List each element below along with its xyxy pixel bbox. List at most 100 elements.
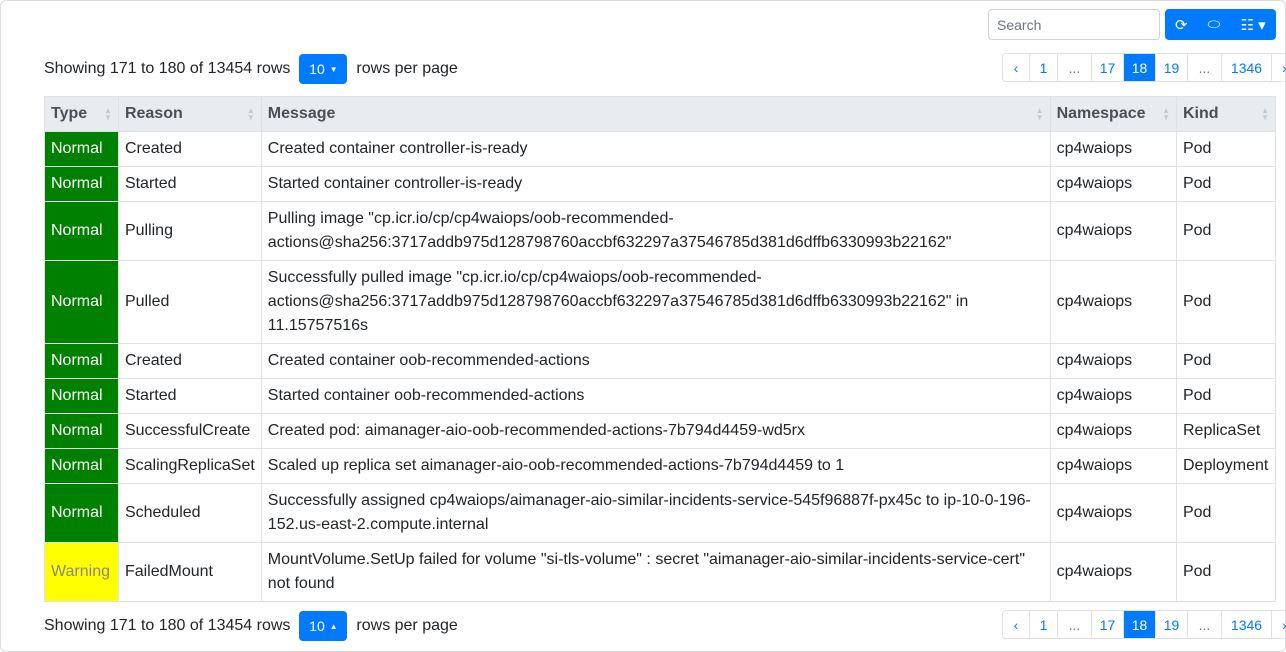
cell-kind: Pod — [1175, 343, 1277, 379]
column-header-label: Kind — [1182, 105, 1219, 122]
column-header-reason[interactable]: Reason ▲ ▼ — [117, 96, 262, 132]
sort-icon[interactable]: ▲ ▼ — [247, 107, 255, 122]
cell-reason: Created — [117, 343, 262, 379]
cell-reason: Scheduled — [117, 483, 262, 543]
page-button-1[interactable]: 1 — [1029, 611, 1057, 638]
next-page-button[interactable]: › — [1271, 54, 1286, 81]
cell-type: Normal — [44, 483, 119, 543]
cell-kind: Deployment — [1175, 448, 1277, 484]
cell-kind: Pod — [1175, 201, 1277, 261]
cell-type: Normal — [44, 166, 119, 202]
sort-icon[interactable]: ▲ ▼ — [104, 107, 112, 122]
cell-type: Normal — [44, 413, 119, 449]
pagination-top: ‹1...171819...1346› — [1002, 53, 1286, 82]
cell-type: Warning — [44, 542, 119, 602]
cell-type: Normal — [44, 201, 119, 261]
cell-reason: SuccessfulCreate — [117, 413, 262, 449]
table-row: Normal Created Created container oob-recom… — [44, 343, 1277, 379]
cell-message: Created pod: aimanager-aio-oob-recommend… — [260, 413, 1051, 449]
page-size-dropdown[interactable]: 10 ▲ — [299, 611, 348, 641]
pagination-info-bottom: Showing 171 to 180 of 13454 rows 10 ▲ row… — [44, 611, 458, 641]
prev-page-button[interactable]: ‹ — [1003, 54, 1029, 81]
cell-message: Started container oob-recommended-action… — [260, 378, 1051, 414]
cell-kind: Pod — [1175, 260, 1277, 344]
page-button-1[interactable]: 1 — [1029, 54, 1057, 81]
cell-reason: Started — [117, 166, 262, 202]
cell-kind: Pod — [1175, 378, 1277, 414]
column-header-type[interactable]: Type ▲ ▼ — [44, 96, 119, 132]
cell-type: Normal — [44, 131, 119, 167]
cell-message: MountVolume.SetUp failed for volume "si-… — [260, 542, 1051, 602]
cell-type: Normal — [44, 260, 119, 344]
pagination-bottom: ‹1...171819...1346› — [1002, 610, 1286, 639]
cell-namespace: cp4waiops — [1049, 343, 1177, 379]
cell-namespace: cp4waiops — [1049, 483, 1177, 543]
cell-kind: Pod — [1175, 131, 1277, 167]
cell-reason: Started — [117, 378, 262, 414]
table-row: Normal Created Created container controlle… — [44, 131, 1277, 167]
showing-text: Showing 171 to 180 of 13454 rows — [44, 617, 291, 634]
table-row: Normal SuccessfulCreate Created pod: aiman… — [44, 413, 1277, 449]
cell-kind: ReplicaSet — [1175, 413, 1277, 449]
column-header-label: Namespace — [1056, 105, 1146, 122]
cell-kind: Pod — [1175, 542, 1277, 602]
table-row: Normal Started Started container controlle… — [44, 166, 1277, 202]
cell-reason: FailedMount — [117, 542, 262, 602]
cell-namespace: cp4waiops — [1049, 166, 1177, 202]
cell-reason: Pulled — [117, 260, 262, 344]
sort-icon[interactable]: ▲ ▼ — [1036, 107, 1044, 122]
events-table: Type ▲ ▼ Reason ▲ ▼ Message ▲ ▼ Namespace ▲ ▼ Kind ▲ ▼… — [44, 96, 1277, 602]
cell-reason: ScalingReplicaSet — [117, 448, 262, 484]
cell-message: Successfully assigned cp4waiops/aimanage… — [260, 483, 1051, 543]
cell-namespace: cp4waiops — [1049, 378, 1177, 414]
table-row: Normal ScalingReplicaSet Scaled up replica… — [44, 448, 1277, 484]
page-button-18[interactable]: 18 — [1123, 54, 1155, 81]
columns-dropdown-icon[interactable]: ☷ ▾ — [1230, 16, 1276, 34]
column-header-namespace[interactable]: Namespace ▲ ▼ — [1049, 96, 1177, 132]
table-row: Normal Started Started container oob-recom… — [44, 378, 1277, 414]
table-row: Normal Pulling Pulling image "cp.icr.io/cp… — [44, 201, 1277, 261]
cell-namespace: cp4waiops — [1049, 131, 1177, 167]
rows-per-page-label: rows per page — [356, 60, 458, 77]
page-size-dropdown[interactable]: 10 ▼ — [299, 54, 348, 84]
toggle-view-icon[interactable]: ⬭ — [1198, 16, 1231, 33]
page-button-17[interactable]: 17 — [1091, 611, 1123, 638]
refresh-icon[interactable]: ⟳ — [1165, 16, 1198, 34]
table-row: Normal Scheduled Successfully assigned cp4… — [44, 483, 1277, 543]
column-header-label: Reason — [124, 105, 183, 122]
page-button-19[interactable]: 19 — [1155, 611, 1187, 638]
page-button-18[interactable]: 18 — [1123, 611, 1155, 638]
column-header-message[interactable]: Message ▲ ▼ — [260, 96, 1051, 132]
pagination-ellipsis: ... — [1057, 611, 1091, 638]
pagination-info-top: Showing 171 to 180 of 13454 rows 10 ▼ row… — [44, 54, 458, 84]
page-button-19[interactable]: 19 — [1155, 54, 1187, 81]
cell-reason: Pulling — [117, 201, 262, 261]
cell-type: Normal — [44, 343, 119, 379]
sort-icon[interactable]: ▲ ▼ — [1261, 107, 1269, 122]
cell-type: Normal — [44, 378, 119, 414]
next-page-button[interactable]: › — [1271, 611, 1286, 638]
caret-down-icon: ▼ — [329, 64, 338, 74]
cell-message: Started container controller-is-ready — [260, 166, 1051, 202]
cell-kind: Pod — [1175, 483, 1277, 543]
cell-reason: Created — [117, 131, 262, 167]
caret-up-icon: ▲ — [329, 621, 338, 631]
table-row: Warning FailedMount MountVolume.SetUp fail… — [44, 542, 1277, 602]
sort-icon[interactable]: ▲ ▼ — [1162, 107, 1170, 122]
search-input[interactable] — [988, 9, 1160, 40]
showing-text: Showing 171 to 180 of 13454 rows — [44, 60, 291, 77]
page-button-1346[interactable]: 1346 — [1221, 54, 1271, 81]
page-size-value: 10 — [309, 618, 325, 634]
page-button-1346[interactable]: 1346 — [1221, 611, 1271, 638]
cell-namespace: cp4waiops — [1049, 542, 1177, 602]
cell-kind: Pod — [1175, 166, 1277, 202]
rows-per-page-label: rows per page — [356, 617, 458, 634]
cell-namespace: cp4waiops — [1049, 260, 1177, 344]
table-row: Normal Pulled Successfully pulled image "c… — [44, 260, 1277, 344]
cell-namespace: cp4waiops — [1049, 448, 1177, 484]
prev-page-button[interactable]: ‹ — [1003, 611, 1029, 638]
column-header-label: Message — [267, 105, 336, 122]
page-button-17[interactable]: 17 — [1091, 54, 1123, 81]
pagination-ellipsis: ... — [1187, 611, 1221, 638]
column-header-kind[interactable]: Kind ▲ ▼ — [1175, 96, 1277, 132]
